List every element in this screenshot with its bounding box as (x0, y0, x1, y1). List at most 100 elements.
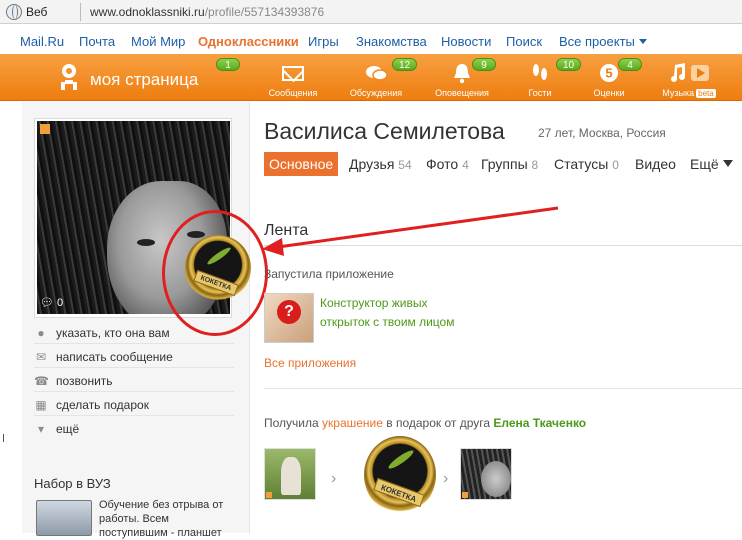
profile-meta: 27 лет, Москва, Россия (538, 126, 666, 140)
avatar-comments[interactable]: 💬︎ 0 (40, 296, 63, 309)
profile-name: Василиса Семилетова (264, 118, 505, 144)
ad-tablet-image[interactable] (36, 500, 92, 536)
svg-text:5: 5 (605, 66, 612, 81)
chevron-right-icon: › (443, 470, 449, 487)
comment-bubble-icon: 💬︎ (40, 297, 54, 309)
gift-notice: Получила украшение в подарок от друга Ел… (264, 416, 586, 430)
footprints-icon (528, 62, 552, 84)
action-relation-label: указать, кто она вам (56, 326, 170, 340)
my-page-badge: 1 (216, 58, 240, 71)
action-more-label: ещё (56, 422, 80, 436)
ratings-badge: 4 (618, 58, 642, 71)
recipient-marker (462, 492, 468, 498)
tab-main[interactable]: Основное (264, 152, 339, 176)
gift-icon: ▦ (35, 398, 47, 412)
action-message-label: написать сообщение (56, 350, 173, 364)
action-call[interactable]: ☎ позвонить (34, 370, 234, 392)
url-path: /profile/557134393876 (204, 5, 325, 19)
toolbar-music-label: Музыка beta (654, 88, 724, 98)
envelope-icon (282, 66, 304, 81)
gift-sender-link[interactable]: Елена Ткаченко (493, 416, 586, 430)
globe-icon (6, 4, 22, 20)
music-note-icon (665, 62, 713, 84)
tab-more[interactable]: Ещё (685, 152, 738, 176)
tab-statuses-count: 0 (612, 158, 619, 172)
tab-main-label: Основное (269, 156, 334, 172)
toolbar-discussions-label: Обсуждения (349, 88, 403, 98)
action-gift-label: сделать подарок (56, 398, 149, 412)
annotation-circle (162, 210, 268, 336)
guests-badge: 10 (556, 58, 582, 71)
tab-photos-label: Фото (426, 156, 459, 172)
feed-title: Лента (264, 222, 742, 246)
app-icon[interactable]: ? (264, 293, 314, 343)
envelope-icon: ✉ (35, 350, 47, 364)
tab-photos-count: 4 (462, 158, 469, 172)
gift-prefix: Получила (264, 416, 319, 430)
portal-link-search[interactable]: Поиск (506, 34, 542, 49)
gift-decoration-ribbon: КОКЕТКА (373, 477, 425, 508)
ok-logo-icon[interactable] (58, 64, 80, 92)
triangle-down-icon: ▾ (37, 422, 45, 436)
app-name-link[interactable]: Конструктор живых открыток с твоим лицом (320, 294, 480, 332)
music-label: Музыка (662, 88, 695, 98)
gift-middle: в подарок от друга (386, 416, 491, 430)
action-more[interactable]: ▾ ещё (34, 418, 234, 440)
toolbar-guests-label: Гости (528, 88, 552, 98)
left-gutter (0, 102, 10, 533)
tab-friends-label: Друзья (349, 156, 395, 172)
tab-photos[interactable]: Фото 4 (421, 152, 474, 176)
portal-link-mailru[interactable]: Mail.Ru (20, 34, 64, 49)
all-projects-label: Все проекты (559, 34, 635, 49)
question-mark-icon: ? (277, 300, 301, 324)
beta-badge: beta (696, 89, 716, 98)
action-relation[interactable]: ● указать, кто она вам (34, 322, 234, 344)
avatar-comments-count: 0 (57, 297, 64, 309)
search-mode-label[interactable]: Веб (26, 5, 47, 19)
tab-video[interactable]: Видео (630, 152, 681, 176)
chat-bubbles-icon (364, 62, 388, 84)
gift-decoration-image[interactable]: КОКЕТКА (364, 436, 436, 514)
tab-friends[interactable]: Друзья 54 (344, 152, 417, 176)
pin-icon: ● (37, 326, 45, 340)
phone-icon: ☎ (34, 374, 49, 388)
portal-link-news[interactable]: Новости (441, 34, 491, 49)
main-toolbar: моя страница 1 Сообщения Обсуждения 12 О… (0, 54, 742, 101)
sender-marker (266, 492, 272, 498)
discussions-badge: 12 (392, 58, 418, 71)
portal-link-mymir[interactable]: Мой Мир (131, 34, 185, 49)
action-message[interactable]: ✉ написать сообщение (34, 346, 234, 368)
ad-title[interactable]: Набор в ВУЗ (34, 476, 111, 491)
tab-friends-count: 54 (398, 158, 412, 172)
chevron-down-icon (722, 160, 733, 167)
divider (80, 3, 81, 21)
toolbar-ratings-label: Оценки (593, 88, 625, 98)
my-page-link[interactable]: моя страница (90, 70, 198, 90)
tab-video-label: Видео (635, 156, 676, 172)
chevron-down-icon (638, 39, 647, 44)
action-gift[interactable]: ▦ сделать подарок (34, 394, 234, 416)
tab-statuses[interactable]: Статусы 0 (549, 152, 624, 176)
url-field[interactable]: www.odnoklassniki.ru/profile/55713439387… (90, 5, 324, 19)
tab-groups[interactable]: Группы 8 (476, 152, 543, 176)
bell-icon (450, 62, 474, 84)
portal-link-mail[interactable]: Почта (79, 34, 115, 49)
tab-groups-count: 8 (531, 158, 539, 172)
portal-link-dating[interactable]: Знакомства (356, 34, 427, 49)
gift-item-link[interactable]: украшение (322, 416, 383, 430)
chevron-right-icon: › (331, 470, 337, 487)
portal-nav: Mail.Ru Почта Мой Мир Одноклассники Игры… (0, 27, 742, 53)
browser-address-bar: Веб www.odnoklassniki.ru/profile/5571343… (0, 0, 742, 24)
portal-link-games[interactable]: Игры (308, 34, 339, 49)
feed-launched-label: Запустила приложение (264, 267, 394, 281)
toolbar-messages[interactable]: Сообщения (262, 60, 324, 100)
tab-statuses-label: Статусы (554, 156, 609, 172)
leaf-icon (386, 448, 416, 471)
ad-text[interactable]: Обучение без отрыва от работы. Всем пост… (99, 498, 239, 540)
portal-link-odnoklassniki[interactable]: Одноклассники (198, 34, 299, 49)
notifications-badge: 9 (472, 58, 496, 71)
all-apps-link[interactable]: Все приложения (264, 356, 356, 370)
toolbar-music[interactable]: Музыка beta (654, 60, 724, 100)
portal-link-all-projects[interactable]: Все проекты (559, 34, 647, 49)
toolbar-notifications-label: Оповещения (435, 88, 489, 98)
